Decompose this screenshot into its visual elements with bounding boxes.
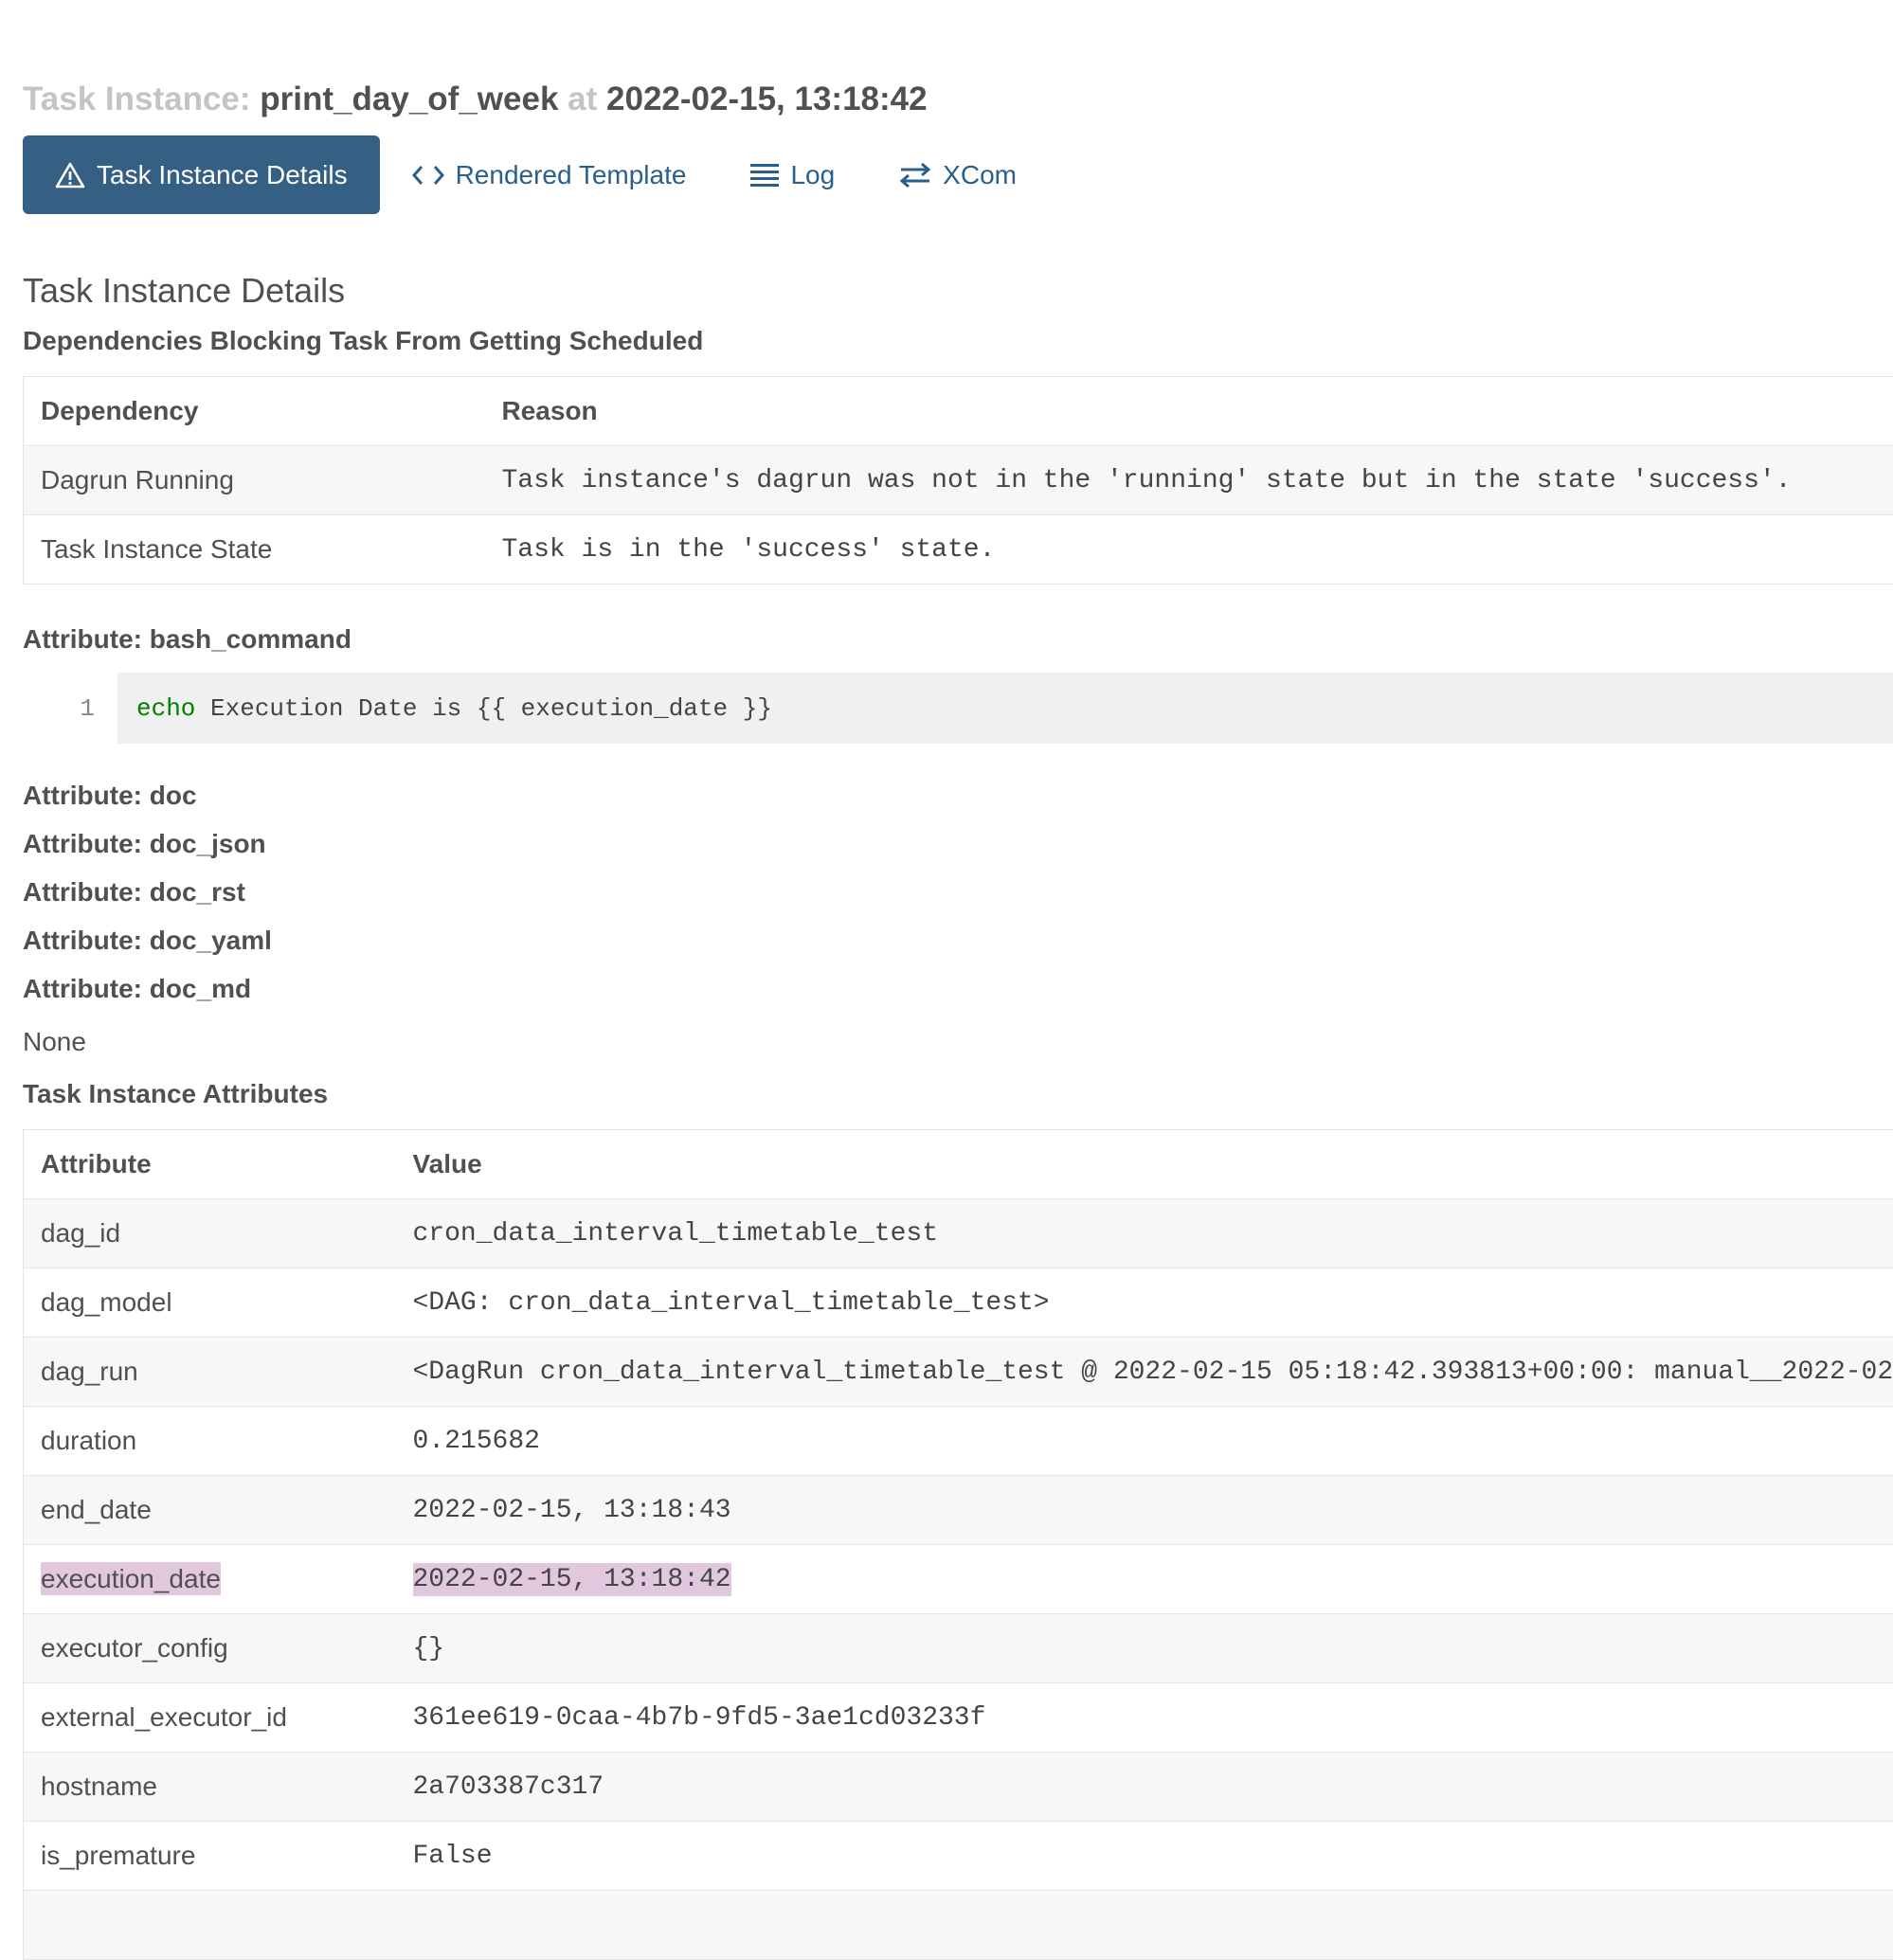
line-number: 1: [23, 694, 117, 723]
dependency-reason: Task is in the 'success' state.: [485, 515, 1893, 584]
attribute-value: cron_data_interval_timetable_test: [396, 1199, 1893, 1268]
tab-label: XCom: [943, 160, 1017, 190]
table-row: end_date 2022-02-15, 13:18:43: [24, 1476, 1893, 1545]
title-prefix: Task Instance:: [23, 81, 251, 117]
table-row: dag_model <DAG: cron_data_interval_timet…: [24, 1268, 1893, 1338]
table-row: Dagrun Running Task instance's dagrun wa…: [24, 446, 1893, 515]
column-header-reason: Reason: [485, 377, 1893, 446]
table-row: [24, 1891, 1893, 1960]
code-line: echo Execution Date is {{ execution_date…: [117, 673, 1893, 744]
column-header-value: Value: [396, 1130, 1893, 1199]
attribute-doc-yaml-label: Attribute: doc_yaml: [23, 922, 272, 960]
attribute-doc-md-label: Attribute: doc_md: [23, 970, 251, 1008]
code-icon: [412, 164, 444, 187]
table-row: hostname 2a703387c317: [24, 1753, 1893, 1822]
attribute-value: <DagRun cron_data_interval_timetable_tes…: [396, 1338, 1893, 1407]
attribute-doc-json-label: Attribute: doc_json: [23, 825, 266, 863]
attribute-value: 2022-02-15, 13:18:42: [396, 1545, 1893, 1614]
attribute-name: dag_run: [24, 1338, 396, 1407]
attribute-value: 0.215682: [396, 1407, 1893, 1476]
attribute-value: 2a703387c317: [396, 1753, 1893, 1822]
table-row: dag_id cron_data_interval_timetable_test: [24, 1199, 1893, 1268]
attribute-value: 2022-02-15, 13:18:43: [396, 1476, 1893, 1545]
attribute-name: dag_id: [24, 1199, 396, 1268]
warning-icon: [55, 161, 85, 189]
tab-xcom[interactable]: XCom: [867, 135, 1049, 214]
table-row: duration 0.215682: [24, 1407, 1893, 1476]
code-text: Execution Date is {{ execution_date }}: [195, 694, 772, 723]
table-row: external_executor_id 361ee619-0caa-4b7b-…: [24, 1683, 1893, 1753]
attribute-name: end_date: [24, 1476, 396, 1545]
dependencies-title: Dependencies Blocking Task From Getting …: [23, 322, 703, 360]
doc-md-value: None: [23, 1023, 86, 1061]
table-header-row: Dependency Reason: [24, 377, 1893, 446]
code-keyword: echo: [136, 694, 195, 723]
attribute-name: external_executor_id: [24, 1683, 396, 1753]
column-header-dependency: Dependency: [24, 377, 485, 446]
tab-label: Task Instance Details: [97, 160, 348, 190]
dependency-name: Dagrun Running: [24, 446, 485, 515]
bash-command-code-block: 1 echo Execution Date is {{ execution_da…: [23, 673, 1893, 744]
attribute-name: [24, 1891, 396, 1960]
task-instance-attributes-table: Attribute Value dag_id cron_data_interva…: [23, 1129, 1893, 1960]
section-title: Task Instance Details: [23, 268, 345, 314]
dependency-reason: Task instance's dagrun was not in the 'r…: [485, 446, 1893, 515]
attribute-doc-rst-label: Attribute: doc_rst: [23, 873, 245, 911]
attribute-value: {}: [396, 1614, 1893, 1683]
table-row: is_premature False: [24, 1822, 1893, 1891]
attribute-value: <DAG: cron_data_interval_timetable_test>: [396, 1268, 1893, 1338]
attribute-value: False: [396, 1822, 1893, 1891]
table-row: executor_config {}: [24, 1614, 1893, 1683]
highlighted-text: execution_date: [41, 1562, 221, 1595]
tab-label: Log: [790, 160, 835, 190]
list-icon: [750, 163, 779, 188]
attribute-doc-label: Attribute: doc: [23, 777, 197, 815]
title-at: at: [568, 81, 597, 117]
tab-label: Rendered Template: [456, 160, 687, 190]
attribute-name: hostname: [24, 1753, 396, 1822]
task-instance-tabs: Task Instance Details Rendered Template …: [23, 135, 1049, 214]
attribute-value: 361ee619-0caa-4b7b-9fd5-3ae1cd03233f: [396, 1683, 1893, 1753]
tab-rendered-template[interactable]: Rendered Template: [380, 135, 719, 214]
attribute-name: executor_config: [24, 1614, 396, 1683]
table-row: dag_run <DagRun cron_data_interval_timet…: [24, 1338, 1893, 1407]
execution-timestamp: 2022-02-15, 13:18:42: [606, 81, 928, 117]
attribute-name: dag_model: [24, 1268, 396, 1338]
task-instance-attributes-title: Task Instance Attributes: [23, 1075, 328, 1113]
table-row: Task Instance State Task is in the 'succ…: [24, 515, 1893, 584]
attribute-name: duration: [24, 1407, 396, 1476]
table-row-highlighted: execution_date 2022-02-15, 13:18:42: [24, 1545, 1893, 1614]
page-title: Task Instance: print_day_of_week at 2022…: [23, 76, 928, 123]
exchange-icon: [899, 162, 931, 189]
column-header-attribute: Attribute: [24, 1130, 396, 1199]
table-header-row: Attribute Value: [24, 1130, 1893, 1199]
attribute-name: execution_date: [24, 1545, 396, 1614]
dependencies-table: Dependency Reason Dagrun Running Task in…: [23, 376, 1893, 584]
task-id: print_day_of_week: [260, 81, 558, 117]
tab-log[interactable]: Log: [718, 135, 867, 214]
dependency-name: Task Instance State: [24, 515, 485, 584]
attribute-value: [396, 1891, 1893, 1960]
tab-task-instance-details[interactable]: Task Instance Details: [23, 135, 380, 214]
highlighted-text: 2022-02-15, 13:18:42: [413, 1563, 731, 1596]
attribute-bash-command-label: Attribute: bash_command: [23, 620, 352, 658]
attribute-name: is_premature: [24, 1822, 396, 1891]
